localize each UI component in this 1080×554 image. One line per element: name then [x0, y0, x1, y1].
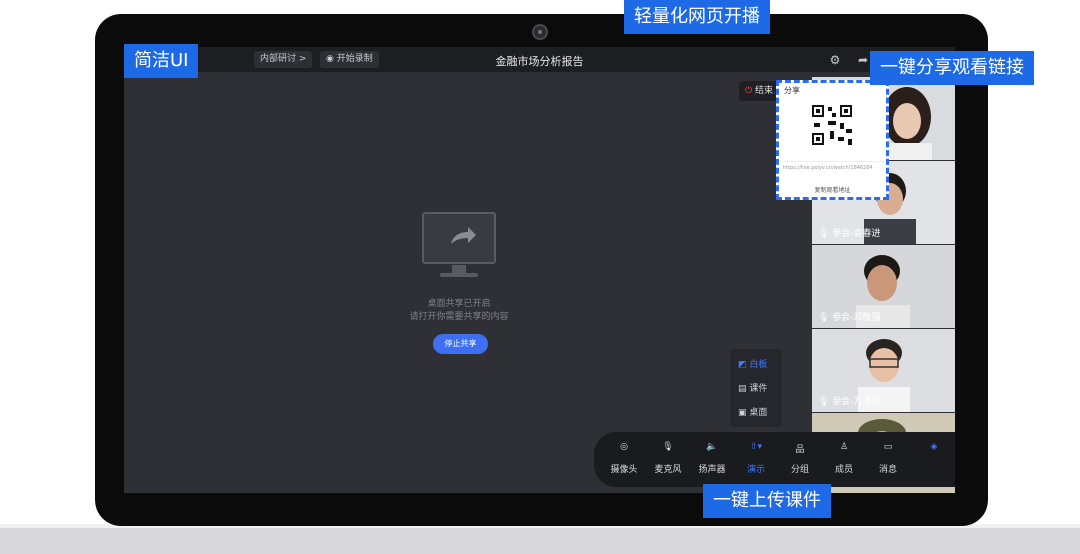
camera-label: 摄像头 — [610, 465, 638, 475]
courseware-icon: ▤ — [738, 384, 750, 394]
group-icon: 品 — [795, 445, 805, 455]
present-menu: ◩ 白板 ▤ 课件 ▣ 桌面 — [730, 349, 782, 427]
share-arrow-icon — [451, 227, 476, 244]
speaker-icon: 🔈 — [706, 442, 718, 452]
layers-button[interactable]: ◈ — [914, 432, 954, 462]
settings-icon[interactable]: ⚙ — [827, 52, 843, 68]
participant-label: 🎙 参会-邓敬强 — [818, 310, 881, 323]
microphone-icon: 🎙 — [662, 442, 674, 452]
callout-top: 轻量化网页开播 — [624, 0, 770, 34]
participant-video[interactable]: 🎙 参会-邓敬强 — [812, 245, 955, 328]
share-popup: 分享 https://live.polyv.cn/watch/1846284 复… — [776, 80, 889, 200]
upload-icon: ⇧▾ — [749, 442, 763, 452]
group-label: 分组 — [790, 465, 809, 475]
camera-button[interactable]: ◎ 摄像头 — [604, 432, 644, 475]
copy-link-button[interactable]: 复制观看地址 — [779, 185, 886, 194]
share-hint-text: 请打开你需要共享的内容 — [409, 312, 509, 322]
participant-video[interactable]: 🎙 参会-万才冰 — [812, 329, 955, 412]
callout-right: 一键分享观看链接 — [870, 51, 1034, 85]
share-status-text: 桌面共享已开启 — [427, 299, 491, 309]
group-button[interactable]: 品分组 — [780, 432, 820, 475]
mic-icon: 🎙 — [818, 313, 833, 323]
qr-code-icon — [810, 103, 854, 147]
end-button-label: 结束 — [754, 86, 773, 96]
messages-label: 消息 — [878, 465, 897, 475]
menu-item-label: 课件 — [749, 384, 768, 394]
speaker-label: 扬声器 — [698, 465, 726, 475]
menu-item-desktop[interactable]: ▣ 桌面 — [738, 405, 767, 418]
present-label: 演示 — [746, 465, 765, 475]
message-icon: ▭ — [883, 442, 893, 452]
whiteboard-icon: ◩ — [738, 360, 750, 370]
desktop-icon: ▣ — [738, 408, 750, 418]
webcam-icon — [532, 24, 548, 40]
camera-icon: ◎ — [620, 442, 628, 452]
callout-left: 简洁UI — [124, 44, 199, 78]
monitor-stand — [452, 265, 466, 273]
menu-item-label: 桌面 — [749, 408, 768, 418]
screen-share-icon — [422, 212, 496, 264]
share-header: 分享 — [784, 86, 800, 95]
participant-label: 🎙 参会-袁春进 — [818, 226, 881, 239]
power-icon: ⏻ — [745, 86, 755, 96]
menu-item-whiteboard[interactable]: ◩ 白板 — [738, 357, 767, 370]
share-icon[interactable]: ➦ — [855, 52, 871, 68]
menu-item-label: 白板 — [749, 360, 768, 370]
bottom-toolbar: ◎ 摄像头 🎙 麦克风 🔈 扬声器 ⇧▾ 演示 品分组 ♙ 成员 ▭ 消息 ◈ — [594, 432, 955, 487]
callout-bottom: 一键上传课件 — [703, 484, 831, 518]
participant-name: 参会-万才冰 — [832, 397, 881, 407]
present-button[interactable]: ⇧▾ 演示 — [736, 432, 776, 475]
microphone-label: 麦克风 — [654, 465, 682, 475]
top-bar: 内部研讨 > ◉ 开始录制 金融市场分析报告 ⚙ ➦ — [124, 47, 955, 72]
member-icon: ♙ — [839, 442, 849, 452]
participant-name: 参会-邓敬强 — [832, 313, 881, 323]
mic-icon: 🎙 — [818, 229, 833, 239]
participant-label: 🎙 参会-万才冰 — [818, 394, 881, 407]
microphone-button[interactable]: 🎙 麦克风 — [648, 432, 688, 475]
messages-button[interactable]: ▭ 消息 — [868, 432, 908, 475]
members-label: 成员 — [834, 465, 853, 475]
speaker-button[interactable]: 🔈 扬声器 — [692, 432, 732, 475]
share-url[interactable]: https://live.polyv.cn/watch/1846284 — [783, 161, 884, 171]
stop-sharing-button[interactable]: 停止共享 — [433, 334, 488, 354]
mic-icon: 🎙 — [818, 397, 833, 407]
laptop-base — [0, 528, 1080, 554]
monitor-foot — [440, 273, 478, 277]
layers-icon: ◈ — [930, 442, 938, 452]
participant-name: 参会-袁春进 — [832, 229, 881, 239]
menu-item-courseware[interactable]: ▤ 课件 — [738, 381, 767, 394]
members-button[interactable]: ♙ 成员 — [824, 432, 864, 475]
